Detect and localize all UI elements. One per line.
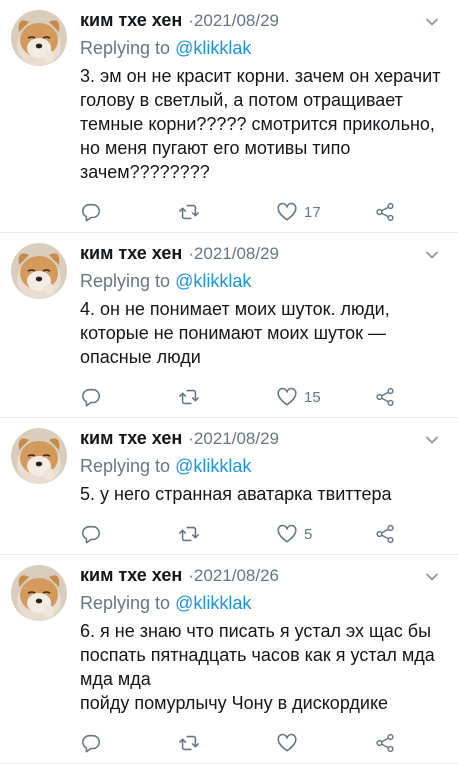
tweet-header: ким тхе хен · 2021/08/29 (80, 243, 444, 269)
tweet-date[interactable]: 2021/08/29 (194, 244, 279, 264)
dog-avatar-icon (11, 565, 67, 621)
tweet-text: 5. у него странная аватарка твиттера (80, 484, 392, 504)
tweet-actions (80, 723, 444, 763)
reply-button[interactable] (80, 732, 178, 754)
reply-handle-link[interactable]: @klikklak (175, 593, 251, 613)
retweet-button[interactable] (178, 523, 276, 545)
replying-to-label: Replying to (80, 38, 176, 58)
reply-button[interactable] (80, 201, 178, 223)
chevron-down-icon[interactable] (424, 14, 440, 30)
replying-to: Replying to @klikklak (80, 454, 444, 478)
retweet-button[interactable] (178, 732, 276, 754)
author-name[interactable]: ким тхе хен (80, 243, 182, 264)
tweet-date[interactable]: 2021/08/26 (194, 566, 279, 586)
replying-to-label: Replying to (80, 593, 176, 613)
tweet[interactable]: ким тхе хен · 2021/08/29 Replying to @kl… (0, 233, 458, 418)
avatar[interactable] (11, 428, 67, 484)
reply-icon (82, 734, 101, 753)
tweet-actions: 15 (80, 377, 444, 417)
dog-avatar-icon (11, 10, 67, 66)
like-count: 5 (304, 525, 313, 543)
reply-icon (82, 525, 101, 544)
heart-icon (277, 733, 297, 752)
tweet-actions: 5 (80, 514, 444, 554)
heart-icon (277, 202, 297, 221)
tweet-text: 4. он не понимает моих шуток. люди, кото… (80, 299, 390, 367)
retweet-button[interactable] (178, 386, 276, 408)
retweet-button[interactable] (178, 201, 276, 223)
tweet-date[interactable]: 2021/08/29 (194, 11, 279, 31)
tweet-text: 3. эм он не красит корни. зачем он херач… (80, 66, 441, 182)
chevron-down-icon[interactable] (424, 247, 440, 263)
heart-icon (277, 524, 297, 543)
like-count: 15 (304, 388, 321, 406)
replying-to: Replying to @klikklak (80, 269, 444, 293)
share-button[interactable] (374, 386, 396, 408)
chevron-down-icon[interactable] (424, 432, 440, 448)
heart-icon (277, 387, 297, 406)
tweet-header: ким тхе хен · 2021/08/29 (80, 428, 444, 454)
share-icon (376, 387, 394, 407)
retweet-icon (179, 526, 199, 542)
tweet-header: ким тхе хен · 2021/08/26 (80, 565, 444, 591)
tweet-thread: ким тхе хен · 2021/08/29 Replying to @kl… (0, 0, 458, 764)
reply-handle-link[interactable]: @klikklak (175, 456, 251, 476)
author-name[interactable]: ким тхе хен (80, 10, 182, 31)
reply-handle-link[interactable]: @klikklak (175, 271, 251, 291)
author-name[interactable]: ким тхе хен (80, 428, 182, 449)
reply-icon (82, 388, 101, 407)
dog-avatar-icon (11, 428, 67, 484)
share-button[interactable] (374, 201, 396, 223)
avatar[interactable] (11, 10, 67, 66)
like-button[interactable] (276, 732, 374, 754)
like-button[interactable]: 17 (276, 201, 374, 223)
reply-button[interactable] (80, 523, 178, 545)
like-button[interactable]: 5 (276, 523, 374, 545)
replying-to-label: Replying to (80, 456, 176, 476)
tweet[interactable]: ким тхе хен · 2021/08/29 Replying to @kl… (0, 418, 458, 555)
tweet[interactable]: ким тхе хен · 2021/08/29 Replying to @kl… (0, 0, 458, 233)
reply-handle-link[interactable]: @klikklak (175, 38, 251, 58)
like-button[interactable]: 15 (276, 386, 374, 408)
tweet-header: ким тхе хен · 2021/08/29 (80, 10, 444, 36)
share-button[interactable] (374, 732, 396, 754)
replying-to: Replying to @klikklak (80, 591, 444, 615)
retweet-icon (179, 735, 199, 751)
chevron-down-icon[interactable] (424, 569, 440, 585)
avatar[interactable] (11, 565, 67, 621)
avatar[interactable] (11, 243, 67, 299)
tweet-actions: 17 (80, 192, 444, 232)
retweet-icon (179, 204, 199, 220)
replying-to-label: Replying to (80, 271, 176, 291)
replying-to: Replying to @klikklak (80, 36, 444, 60)
author-name[interactable]: ким тхе хен (80, 565, 182, 586)
share-icon (376, 524, 394, 544)
tweet-date[interactable]: 2021/08/29 (194, 429, 279, 449)
tweet[interactable]: ким тхе хен · 2021/08/26 Replying to @kl… (0, 555, 458, 764)
retweet-icon (179, 389, 199, 405)
reply-button[interactable] (80, 386, 178, 408)
tweet-text: 6. я не знаю что писать я устал эх щас б… (80, 621, 435, 713)
dog-avatar-icon (11, 243, 67, 299)
share-icon (376, 202, 394, 222)
share-button[interactable] (374, 523, 396, 545)
like-count: 17 (304, 203, 321, 221)
reply-icon (82, 203, 101, 222)
share-icon (376, 733, 394, 753)
